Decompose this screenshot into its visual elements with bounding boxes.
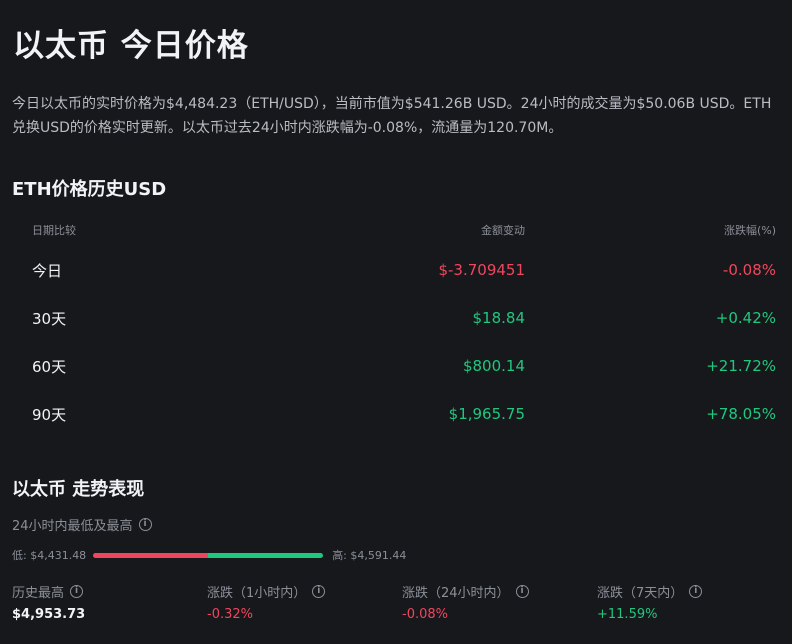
stat-value: $4,953.73 [12, 607, 86, 622]
row-pct: +78.05% [706, 405, 776, 423]
row-period: 90天 [32, 405, 67, 424]
range-label: 24小时内最低及最高 i [12, 515, 152, 534]
table-row: 60天 $800.14 +21.72% [12, 342, 780, 390]
stat-label-text: 涨跌（1小时内） [207, 585, 307, 601]
stat-label: 涨跌（1小时内） i [207, 582, 402, 601]
day-range: 低: $4,431.48 高: $4,591.44 [12, 547, 406, 563]
performance-heading: 以太币 走势表现 [12, 479, 145, 500]
table-row: 今日 $-3.709451 -0.08% [12, 246, 780, 294]
info-icon[interactable]: i [515, 584, 529, 598]
column-header-pct: 涨跌幅(%) [723, 224, 776, 237]
row-pct: +0.42% [715, 309, 776, 327]
stat-item: 涨跌（7天内） i +11.59% [597, 582, 792, 622]
row-change: $800.14 [462, 357, 525, 375]
stat-label: 涨跌（7天内） i [597, 582, 792, 601]
row-pct: -0.08% [722, 261, 776, 279]
range-bar-high-segment [208, 552, 324, 558]
stat-label-text: 涨跌（24小时内） [402, 585, 510, 601]
page: 以太币 今日价格 今日以太币的实时价格为$4,484.23（ETH/USD），当… [0, 0, 792, 644]
page-title: 以太币 今日价格 [13, 28, 249, 64]
row-change: $-3.709451 [438, 261, 525, 279]
info-icon[interactable]: i [70, 584, 84, 598]
stat-item: 涨跌（1小时内） i -0.32% [207, 582, 402, 622]
info-icon[interactable]: i [689, 584, 703, 598]
stat-label-text: 历史最高 [12, 585, 65, 601]
price-history-table: 日期比较 金额变动 涨跌幅(%) 今日 $-3.709451 -0.08% 30天 $1… [12, 214, 780, 438]
range-bar [93, 552, 324, 558]
performance-stats: 历史最高 i $4,953.73 涨跌（1小时内） i -0.32% 涨跌（24小时内） i -… [12, 582, 792, 622]
range-high: 高: $4,591.44 [332, 549, 407, 562]
table-header: 日期比较 金额变动 涨跌幅(%) [12, 214, 780, 246]
row-period: 30天 [32, 309, 67, 328]
table-row: 90天 $1,965.75 +78.05% [12, 390, 780, 438]
stat-label: 涨跌（24小时内） i [402, 582, 597, 601]
stat-label: 历史最高 i [12, 582, 207, 601]
row-change: $1,965.75 [448, 405, 525, 423]
stat-item: 涨跌（24小时内） i -0.08% [402, 582, 597, 622]
info-icon[interactable]: i [138, 518, 152, 531]
range-low: 低: $4,431.48 [12, 549, 87, 562]
info-icon[interactable]: i [312, 584, 326, 598]
row-period: 今日 [32, 261, 63, 280]
stat-value: -0.08% [402, 607, 448, 622]
row-change: $18.84 [472, 309, 526, 327]
range-bar-low-segment [93, 552, 209, 558]
table-body: 今日 $-3.709451 -0.08% 30天 $18.84 +0.42% 60天 $800… [12, 246, 780, 438]
column-header-change: 金额变动 [481, 224, 525, 237]
table-row: 30天 $18.84 +0.42% [12, 294, 780, 342]
range-label-text: 24小时内最低及最高 [12, 519, 133, 534]
stat-item: 历史最高 i $4,953.73 [12, 582, 207, 622]
stat-value: +11.59% [597, 607, 658, 622]
stat-label-text: 涨跌（7天内） [597, 585, 684, 601]
price-description: 今日以太币的实时价格为$4,484.23（ETH/USD），当前市值为$541.… [12, 96, 772, 136]
price-history-heading: ETH价格历史USD [12, 179, 167, 200]
row-period: 60天 [32, 357, 67, 376]
row-pct: +21.72% [706, 357, 776, 375]
stat-value: -0.32% [207, 607, 253, 622]
column-header-period: 日期比较 [32, 224, 76, 237]
